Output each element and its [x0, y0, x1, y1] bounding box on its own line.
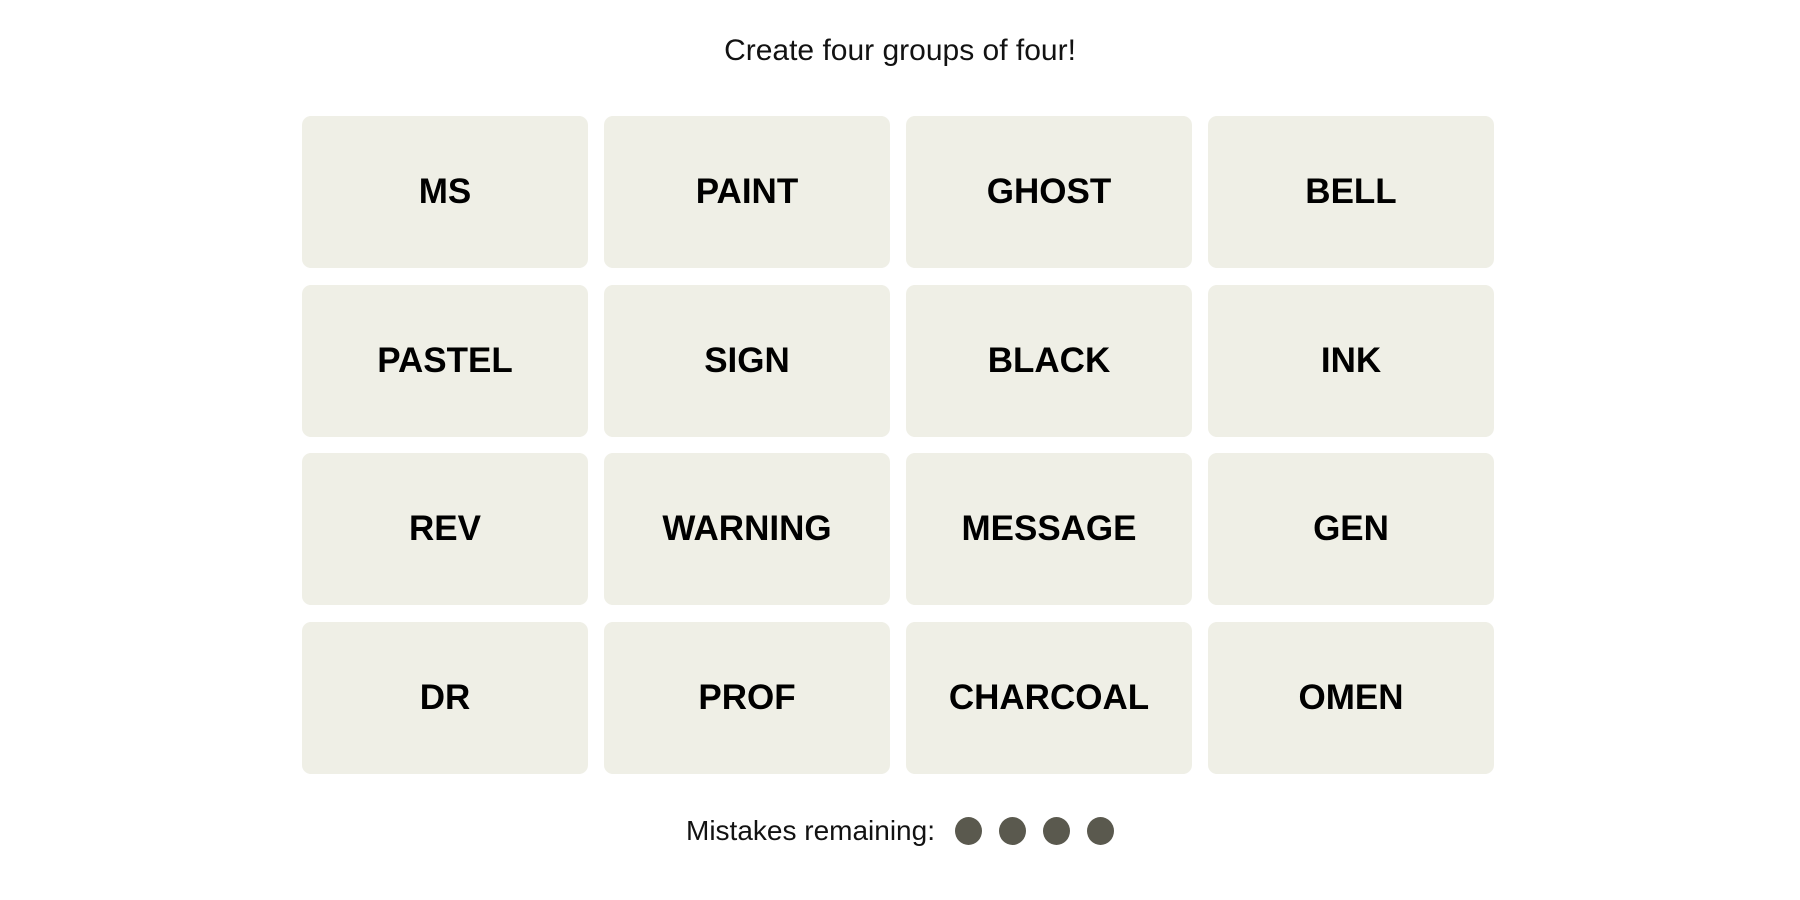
word-tile[interactable]: REV — [302, 453, 588, 605]
word-tile[interactable]: PASTEL — [302, 284, 588, 437]
word-tile[interactable]: DR — [302, 621, 588, 774]
word-tile[interactable]: BLACK — [906, 284, 1192, 437]
mistake-dot-icon — [998, 817, 1026, 845]
instructions-heading: Create four groups of four! — [724, 34, 1076, 67]
mistake-dot-icon — [1086, 817, 1114, 845]
word-tile[interactable]: WARNING — [604, 453, 890, 605]
word-tile[interactable]: GEN — [1208, 453, 1494, 605]
mistake-dots — [954, 817, 1114, 845]
word-tile[interactable]: GHOST — [906, 116, 1192, 268]
word-tile[interactable]: CHARCOAL — [906, 621, 1192, 774]
word-tile[interactable]: INK — [1208, 284, 1494, 437]
mistakes-label: Mistakes remaining: — [686, 815, 935, 846]
mistake-dot-icon — [1042, 817, 1070, 845]
word-tile[interactable]: PAINT — [604, 116, 890, 268]
word-tile[interactable]: SIGN — [604, 284, 890, 437]
word-tile[interactable]: MESSAGE — [906, 453, 1192, 605]
mistake-dot-icon — [954, 817, 982, 845]
word-tile[interactable]: PROF — [604, 621, 890, 774]
word-tile[interactable]: OMEN — [1208, 621, 1494, 774]
word-tile[interactable]: BELL — [1208, 116, 1494, 268]
word-grid: MS PAINT GHOST BELL PASTEL SIGN BLACK IN… — [302, 116, 1496, 774]
mistakes-remaining: Mistakes remaining: — [0, 815, 1800, 847]
word-tile[interactable]: MS — [302, 116, 588, 268]
